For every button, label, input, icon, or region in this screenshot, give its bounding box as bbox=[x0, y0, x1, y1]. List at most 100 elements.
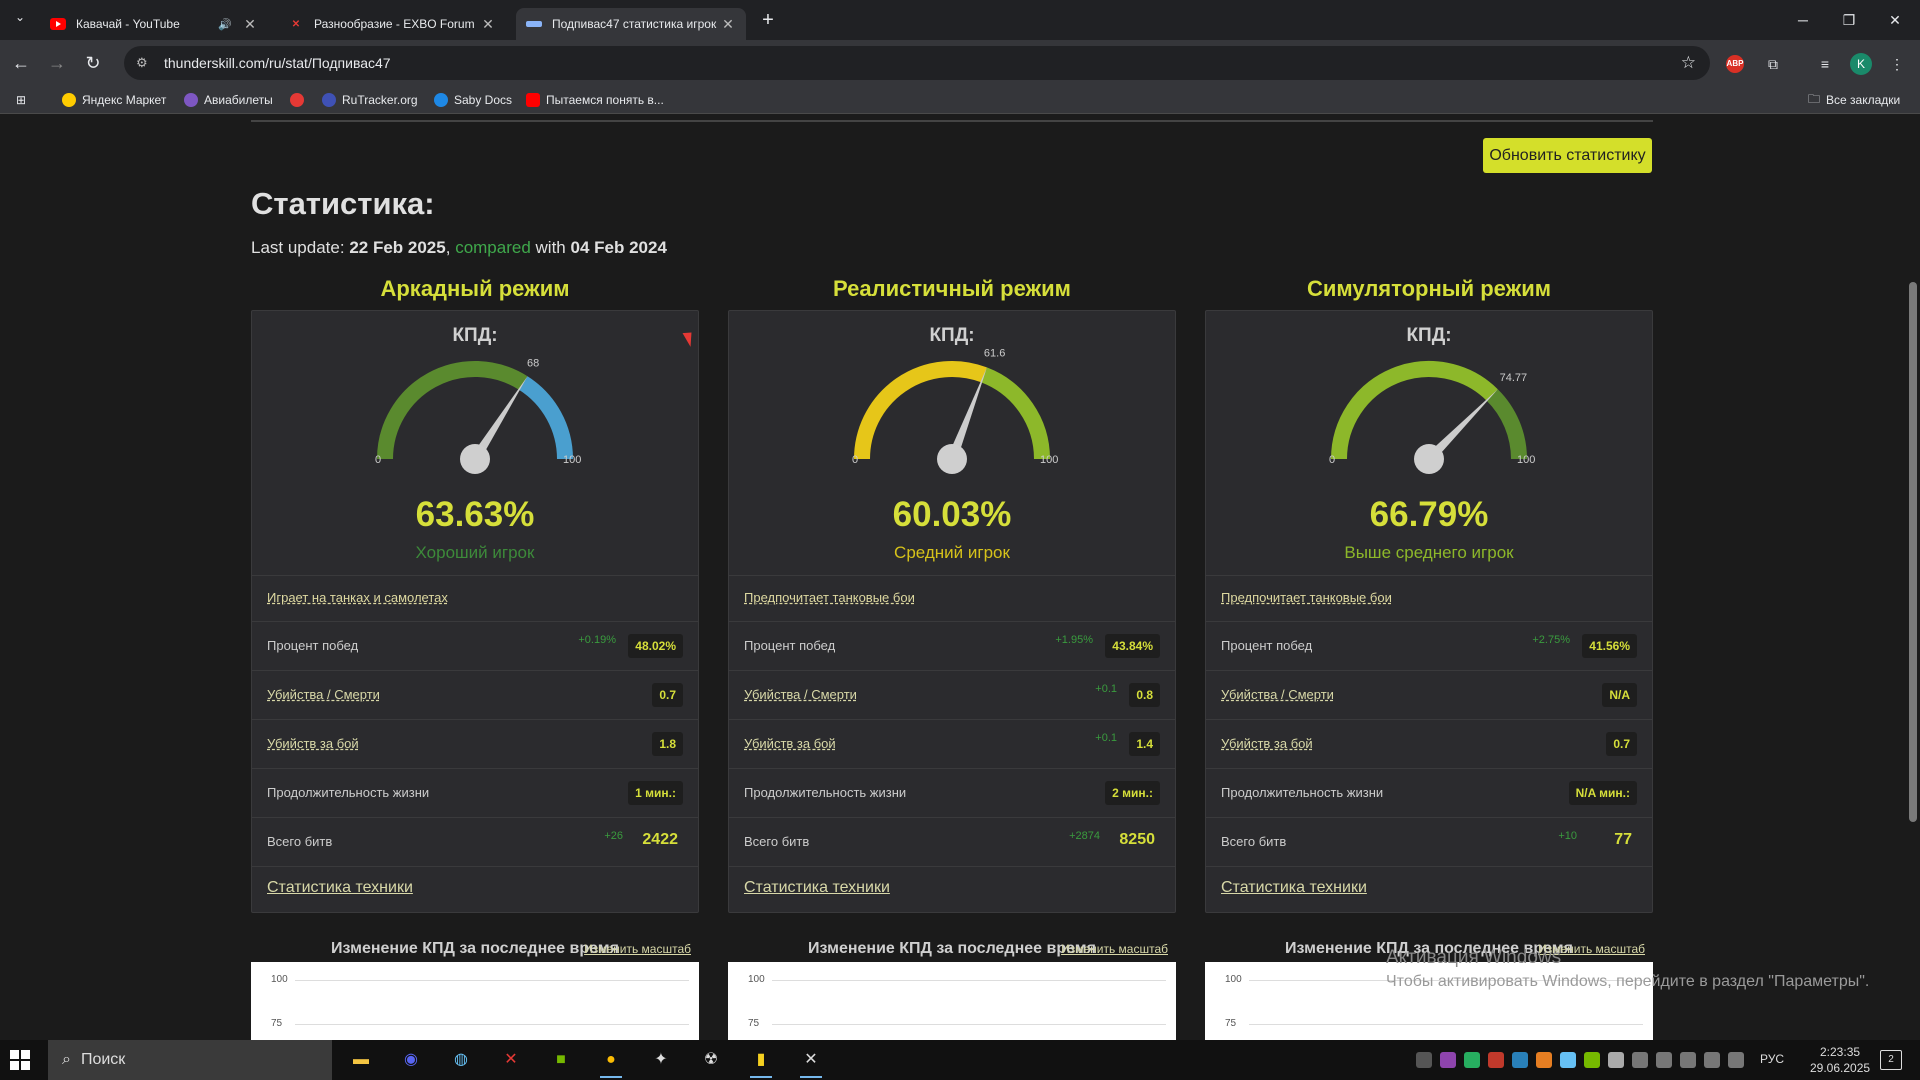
gauge-value-label: 68 bbox=[527, 357, 539, 369]
gauge-arc bbox=[854, 361, 987, 460]
extensions-puzzle-icon[interactable]: ⧉ bbox=[1762, 53, 1784, 75]
network-icon[interactable] bbox=[1656, 1052, 1672, 1068]
bookmark-yandex-market[interactable]: Яндекс Маркет bbox=[62, 91, 166, 109]
gauge-min-label: 0 bbox=[852, 454, 858, 466]
tab-thunderskill[interactable]: Подпивас47 статистика игрок ✕ bbox=[516, 8, 746, 40]
url-text[interactable]: thunderskill.com/ru/stat/Подпивас47 bbox=[164, 55, 391, 71]
tray-discord-icon[interactable] bbox=[1416, 1052, 1432, 1068]
tab-exbo-forum[interactable]: ✕ Разнообразие - EXBO Forum ✕ bbox=[278, 8, 506, 40]
bookmark-yandex[interactable] bbox=[290, 91, 310, 109]
exbo-app-icon[interactable]: ✕ bbox=[496, 1046, 526, 1074]
apps-grid-icon[interactable]: ⊞ bbox=[16, 91, 26, 109]
notifications-icon[interactable]: 2 bbox=[1880, 1050, 1902, 1070]
media-control-icon[interactable]: ≡ bbox=[1814, 53, 1836, 75]
chart-gridline bbox=[295, 980, 689, 981]
restore-button[interactable]: ❐ bbox=[1826, 6, 1872, 34]
gauge-value-label: 61.6 bbox=[984, 347, 1005, 359]
last-update-date: 22 Feb 2025 bbox=[349, 238, 446, 257]
play-style-link[interactable]: Предпочитает танковые бои bbox=[744, 590, 915, 605]
chrome-icon[interactable]: ● bbox=[596, 1046, 626, 1078]
volume-icon[interactable] bbox=[1680, 1052, 1696, 1068]
winrate-delta: +2.75% bbox=[1532, 634, 1570, 646]
discord-icon[interactable]: ◉ bbox=[396, 1046, 426, 1074]
update-stats-button[interactable]: Обновить статистику bbox=[1483, 138, 1652, 173]
close-tab-icon[interactable]: ✕ bbox=[242, 16, 258, 33]
play-style-link[interactable]: Предпочитает танковые бои bbox=[1221, 590, 1392, 605]
close-tab-icon[interactable]: ✕ bbox=[720, 16, 736, 33]
tray-app-icon[interactable] bbox=[1464, 1052, 1480, 1068]
profile-avatar[interactable]: K bbox=[1850, 53, 1872, 75]
battles-row: Всего битв +2874 8250 bbox=[729, 817, 1175, 866]
windows-start-icon[interactable] bbox=[10, 1050, 30, 1070]
page-scrollbar[interactable] bbox=[1906, 114, 1920, 1040]
bookmark-youtube-video[interactable]: Пытаемся понять в... bbox=[526, 91, 664, 109]
compared-link[interactable]: compared bbox=[455, 238, 531, 257]
tray-steam-icon[interactable] bbox=[1560, 1052, 1576, 1068]
tray-app-icon[interactable] bbox=[1536, 1052, 1552, 1068]
change-scale-link[interactable]: Изменить масштаб bbox=[1061, 942, 1168, 956]
bookmark-saby-docs[interactable]: Saby Docs bbox=[434, 91, 512, 109]
kd-row: Убийства / Смерти 0.7 bbox=[252, 670, 698, 719]
close-window-button[interactable]: ✕ bbox=[1872, 6, 1918, 34]
tray-app-icon[interactable] bbox=[1488, 1052, 1504, 1068]
site-info-icon[interactable]: ⚙ bbox=[136, 55, 152, 71]
monitor-icon[interactable] bbox=[1704, 1052, 1720, 1068]
reload-icon[interactable]: ↻ bbox=[80, 50, 106, 76]
mode-column: Аркадный режим КПД: 68 0 100 63.63% Хоро… bbox=[251, 276, 699, 913]
steam-icon[interactable]: ◍ bbox=[446, 1046, 476, 1074]
tray-app-icon[interactable] bbox=[1440, 1052, 1456, 1068]
kd-link[interactable]: Убийства / Смерти bbox=[744, 687, 857, 702]
close-tab-icon[interactable]: ✕ bbox=[480, 16, 496, 33]
kd-link[interactable]: Убийства / Смерти bbox=[1221, 687, 1334, 702]
kills-per-battle-link[interactable]: Убийств за бой bbox=[267, 736, 359, 751]
forward-arrow-icon[interactable]: → bbox=[44, 50, 70, 76]
stalcraft-icon[interactable]: ▮ bbox=[746, 1046, 776, 1078]
address-bar[interactable]: ⚙ thunderskill.com/ru/stat/Подпивас47 ☆ bbox=[124, 46, 1710, 80]
vehicle-stats-link[interactable]: Статистика техники bbox=[267, 879, 413, 897]
minimize-button[interactable]: ─ bbox=[1780, 6, 1826, 34]
tray-app-icon[interactable] bbox=[1512, 1052, 1528, 1068]
tab-search-chevron-icon[interactable]: ⌄ bbox=[8, 10, 32, 30]
battles-delta: +10 bbox=[1558, 830, 1577, 842]
kills-per-battle-link[interactable]: Убийств за бой bbox=[744, 736, 836, 751]
speaker-icon[interactable]: 🔊 bbox=[218, 18, 232, 31]
vehicle-stats-link[interactable]: Статистика техники bbox=[1221, 879, 1367, 897]
kd-row: Убийства / Смерти +0.1 0.8 bbox=[729, 670, 1175, 719]
change-scale-link[interactable]: Изменить масштаб bbox=[584, 942, 691, 956]
language-indicator[interactable]: РУС bbox=[1760, 1052, 1784, 1066]
bookmark-aviabilety[interactable]: Авиабилеты bbox=[184, 91, 273, 109]
kpd-history-chart: 100 75 bbox=[251, 962, 699, 1040]
bookmark-star-icon[interactable]: ☆ bbox=[1681, 53, 1696, 73]
all-bookmarks[interactable]: 🗀 Все закладки bbox=[1808, 91, 1900, 109]
vehicle-stats-link[interactable]: Статистика техники bbox=[744, 879, 890, 897]
tray-app-icon[interactable] bbox=[1608, 1052, 1624, 1068]
clock[interactable]: 2:23:35 29.06.2025 bbox=[1810, 1044, 1870, 1076]
radiation-icon[interactable]: ☢ bbox=[696, 1046, 726, 1074]
taskbar-search[interactable]: ⌕ Поиск bbox=[48, 1040, 332, 1080]
scrollbar-thumb[interactable] bbox=[1909, 282, 1917, 822]
chart-tick-label: 100 bbox=[1225, 974, 1242, 985]
chart-gridline bbox=[295, 1024, 689, 1025]
keyboard-icon[interactable] bbox=[1728, 1052, 1744, 1068]
play-style-row: Предпочитает танковые бои bbox=[729, 575, 1175, 621]
mode-column: Реалистичный режим КПД: 61.6 0 100 60.03… bbox=[728, 276, 1176, 913]
browser-menu-icon[interactable]: ⋮ bbox=[1886, 53, 1908, 75]
gauge-hub bbox=[937, 444, 967, 474]
gauge-max-label: 100 bbox=[1040, 454, 1058, 466]
tray-nvidia-icon[interactable] bbox=[1584, 1052, 1600, 1068]
adblock-icon[interactable]: ABP bbox=[1726, 55, 1744, 73]
tab-title: Кавачай - YouTube bbox=[76, 17, 180, 31]
nvidia-icon[interactable]: ■ bbox=[546, 1046, 576, 1074]
exbo-launcher-icon[interactable]: ✕ bbox=[796, 1046, 826, 1078]
kills-per-battle-link[interactable]: Убийств за бой bbox=[1221, 736, 1313, 751]
app-icon[interactable]: ✦ bbox=[646, 1046, 676, 1074]
kd-link[interactable]: Убийства / Смерти bbox=[267, 687, 380, 702]
back-arrow-icon[interactable]: ← bbox=[8, 50, 34, 76]
bookmark-rutracker[interactable]: RuTracker.org bbox=[322, 91, 418, 109]
rutracker-icon bbox=[322, 93, 336, 107]
tab-youtube[interactable]: Кавачай - YouTube 🔊 ✕ bbox=[40, 8, 268, 40]
battery-icon[interactable] bbox=[1632, 1052, 1648, 1068]
file-explorer-icon[interactable]: ▬ bbox=[346, 1046, 376, 1074]
new-tab-button[interactable]: + bbox=[756, 8, 780, 32]
play-style-link[interactable]: Играет на танках и самолетах bbox=[267, 590, 448, 605]
